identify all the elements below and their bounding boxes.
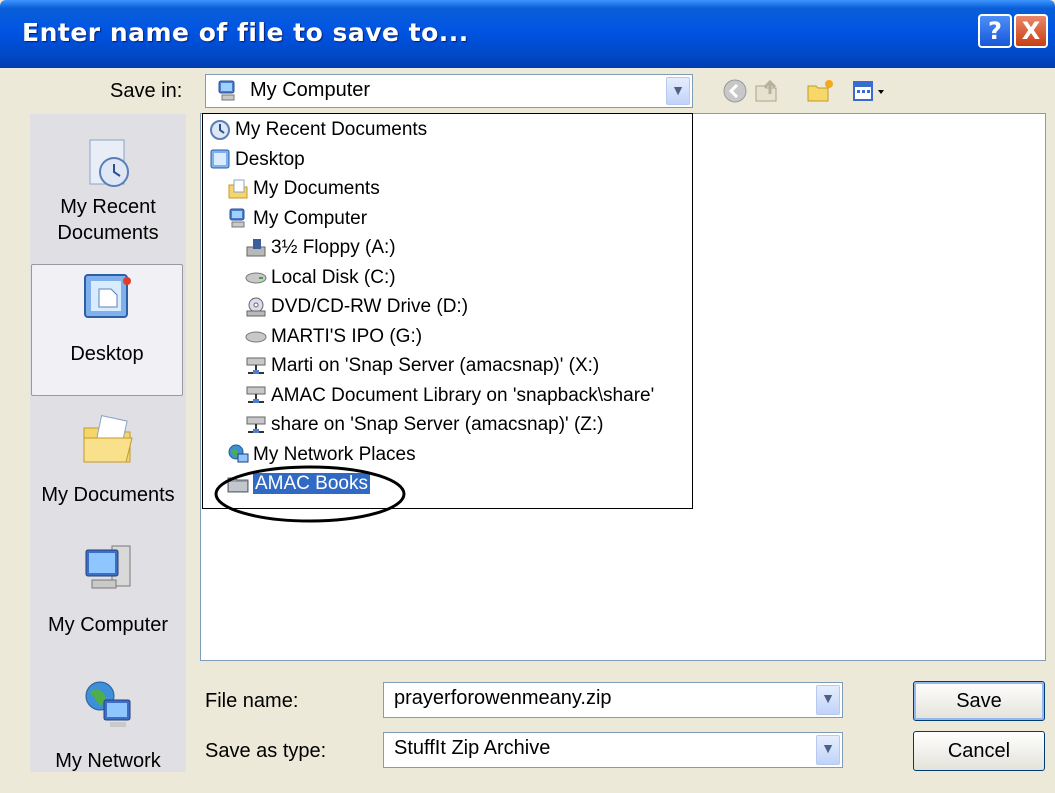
my-documents-icon <box>227 178 249 200</box>
dropdown-item[interactable]: share on 'Snap Server (amacsnap)' (Z:) <box>245 411 604 439</box>
chevron-down-icon[interactable]: ▼ <box>666 77 690 105</box>
cancel-button[interactable]: Cancel <box>913 731 1045 771</box>
dropdown-item-label: DVD/CD-RW Drive (D:) <box>271 296 469 317</box>
save-in-dropdown[interactable]: My Computer ▼ <box>205 74 693 108</box>
window-title: Enter name of file to save to... <box>22 18 469 47</box>
views-menu-icon[interactable] <box>852 80 900 109</box>
close-button[interactable]: X <box>1014 14 1048 48</box>
save-as-type-label: Save as type: <box>205 740 327 762</box>
save-as-type-dropdown[interactable]: StuffIt Zip Archive ▼ <box>383 732 843 768</box>
dropdown-item[interactable]: AMAC Document Library on 'snapback\share… <box>245 382 654 410</box>
my-computer-icon <box>227 207 249 229</box>
up-folder-icon[interactable] <box>754 78 782 109</box>
desktop-icon <box>209 148 231 170</box>
chevron-down-icon[interactable]: ▼ <box>816 735 840 765</box>
title-bar[interactable]: Enter name of file to save to... ? X <box>0 0 1055 68</box>
network-drive-icon <box>245 414 267 436</box>
recent-documents-icon <box>209 119 231 141</box>
dropdown-item[interactable]: 3½ Floppy (A:) <box>245 234 396 262</box>
desktop-icon <box>77 269 137 329</box>
cd-drive-icon <box>245 296 267 318</box>
file-name-value: prayerforowenmeany.zip <box>394 687 612 709</box>
save-in-value: My Computer <box>250 79 371 101</box>
dropdown-item-label: 3½ Floppy (A:) <box>271 237 396 258</box>
place-label: My Computer <box>47 614 169 636</box>
place-my-documents[interactable]: My Documents <box>30 410 186 508</box>
network-drive-icon <box>245 355 267 377</box>
dropdown-item[interactable]: Local Disk (C:) <box>245 264 396 292</box>
place-recent-documents[interactable]: My Recent Documents <box>30 134 186 246</box>
dropdown-item-label: My Computer <box>253 207 368 229</box>
places-bar: My Recent Documents Desktop My Documents… <box>30 114 186 772</box>
back-icon[interactable] <box>722 78 748 109</box>
dropdown-item[interactable]: My Recent Documents <box>209 116 427 144</box>
dropdown-item[interactable]: DVD/CD-RW Drive (D:) <box>245 293 468 321</box>
help-button[interactable]: ? <box>978 14 1012 48</box>
new-folder-icon[interactable] <box>806 78 836 109</box>
dropdown-item[interactable]: My Documents <box>227 175 380 203</box>
place-label: My Recent Documents <box>57 196 159 244</box>
recent-documents-icon <box>78 134 138 194</box>
save-as-type-value: StuffIt Zip Archive <box>394 737 551 759</box>
dropdown-item[interactable]: Marti on 'Snap Server (amacsnap)' (X:) <box>245 352 599 380</box>
save-dialog: Enter name of file to save to... ? X Sav… <box>0 0 1055 793</box>
floppy-drive-icon <box>245 237 267 259</box>
removable-drive-icon <box>245 325 267 347</box>
dropdown-item-label: My Documents <box>253 178 380 199</box>
dropdown-item-label: MARTI'S IPO (G:) <box>271 325 423 347</box>
place-my-computer[interactable]: My Computer <box>30 538 186 638</box>
place-label: My Documents <box>41 484 175 506</box>
dropdown-item-label: My Recent Documents <box>235 119 428 140</box>
dropdown-item-label: Desktop <box>235 148 305 170</box>
dropdown-item[interactable]: MARTI'S IPO (G:) <box>245 323 422 351</box>
dropdown-item[interactable]: My Computer <box>227 205 367 233</box>
dropdown-item-label: AMAC Document Library on 'snapback\share… <box>271 384 655 406</box>
save-in-label: Save in: <box>110 80 183 102</box>
save-button[interactable]: Save <box>913 681 1045 721</box>
dropdown-item-label: Local Disk (C:) <box>271 266 396 288</box>
place-label: My Network <box>55 750 161 772</box>
my-computer-icon <box>78 538 138 598</box>
annotation-circle <box>214 465 406 523</box>
dropdown-item-label: share on 'Snap Server (amacsnap)' (Z:) <box>271 414 604 435</box>
place-my-network[interactable]: My Network <box>30 674 186 774</box>
place-desktop[interactable]: Desktop <box>31 264 183 396</box>
place-label: Desktop <box>70 343 144 365</box>
hard-disk-icon <box>245 266 267 288</box>
file-name-field[interactable]: prayerforowenmeany.zip ▼ <box>383 682 843 718</box>
my-network-icon <box>78 674 138 734</box>
save-in-dropdown-list[interactable]: My Recent Documents Desktop My Documents My… <box>202 113 693 509</box>
my-documents-icon <box>78 410 138 470</box>
file-name-label: File name: <box>205 690 299 712</box>
my-computer-icon <box>216 79 240 108</box>
network-drive-icon <box>245 384 267 406</box>
dropdown-item-label: Marti on 'Snap Server (amacsnap)' (X:) <box>271 355 600 376</box>
dropdown-item[interactable]: Desktop <box>209 146 305 174</box>
chevron-down-icon[interactable]: ▼ <box>816 685 840 715</box>
